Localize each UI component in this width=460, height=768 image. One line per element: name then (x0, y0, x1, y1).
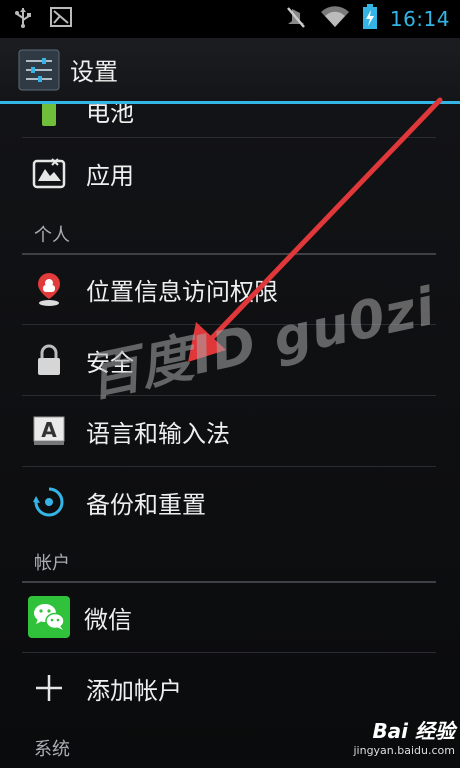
brand-logo: Bai 经验 jingyan.baidu.com (340, 715, 455, 765)
annotation-arrow (188, 97, 443, 362)
brand-url: jingyan.baidu.com (353, 744, 455, 757)
brand-name: Bai 经验 (372, 719, 455, 743)
